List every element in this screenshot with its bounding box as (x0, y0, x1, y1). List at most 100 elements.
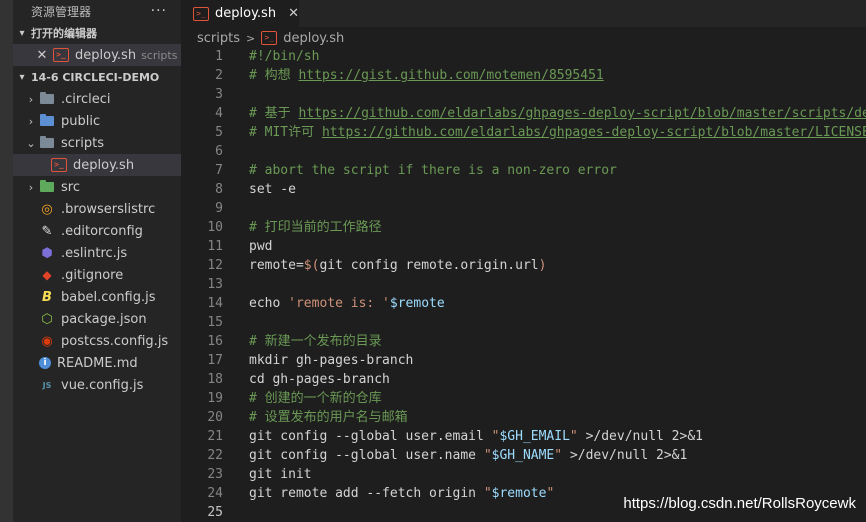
code-token: " (569, 429, 578, 444)
tree-item-label: vue.config.js (61, 377, 144, 393)
tree-item-label: .editorconfig (61, 223, 143, 239)
line-text: # 打印当前的工作路径 (223, 218, 382, 237)
chevron-right-icon: > (246, 31, 256, 45)
code-token: # 设置发布的用户名与邮箱 (249, 410, 408, 425)
tree-item[interactable]: ◎ .browserslistrc (13, 198, 181, 220)
code-token: git remote add --fetch origin (249, 486, 484, 501)
code-token: remote= (249, 258, 304, 273)
code-token[interactable]: https://github.com/eldarlabs/ghpages-dep… (322, 125, 866, 140)
code-token: # abort the script if there is a non-zer… (249, 163, 617, 178)
shell-icon: >_ (53, 48, 69, 62)
code-token: cd gh-pages-branch (249, 372, 390, 387)
code-token: " (546, 486, 555, 501)
open-editor-item[interactable]: ✕ >_ deploy.sh scripts (13, 44, 181, 66)
line-number: 12 (207, 258, 223, 273)
line-number: 15 (207, 315, 223, 330)
info-icon: i (39, 357, 51, 369)
line-number: 7 (215, 163, 223, 178)
line-number: 1 (215, 49, 223, 64)
code-line: 10 # 打印当前的工作路径 (181, 218, 866, 237)
tree-item[interactable]: › public (13, 110, 181, 132)
tree-item[interactable]: ⬢ .eslintrc.js (13, 242, 181, 264)
project-section[interactable]: ▾ 14-6 CIRCLECI-DEMO (13, 66, 181, 88)
tree-item-label: .circleci (61, 91, 111, 107)
line-text: # 基于 https://github.com/eldarlabs/ghpage… (223, 104, 866, 123)
code-line: 20 # 设置发布的用户名与邮箱 (181, 408, 866, 427)
line-text: # MIT许可 https://github.com/eldarlabs/ghp… (223, 123, 866, 142)
line-number: 2 (215, 68, 223, 83)
tree-item[interactable]: ⬡ package.json (13, 308, 181, 330)
js-file-icon: JS (42, 380, 52, 390)
file-tree: › .circleci › public ⌄ scripts >_ deploy.sh › src… (13, 88, 181, 396)
open-editor-filename: deploy.sh (75, 47, 137, 63)
shell-icon: >_ (261, 31, 278, 45)
tree-item[interactable]: JS vue.config.js (13, 374, 181, 396)
tree-item-label: deploy.sh (73, 157, 135, 173)
line-text: # 新建一个发布的目录 (223, 332, 382, 351)
code-token[interactable]: https://github.com/eldarlabs/ghpages-dep… (298, 106, 866, 121)
breadcrumb-folder[interactable]: scripts (197, 31, 240, 46)
line-number: 19 (207, 391, 223, 406)
line-text (223, 199, 249, 218)
line-text: # 设置发布的用户名与邮箱 (223, 408, 408, 427)
code-line: 7 # abort the script if there is a non-ze… (181, 161, 866, 180)
more-actions-icon[interactable]: ··· (151, 3, 167, 19)
tree-item-label: .gitignore (61, 267, 124, 283)
folder-circleci-icon (39, 91, 55, 107)
tree-item[interactable]: › src (13, 176, 181, 198)
explorer-sidebar: 资源管理器 ··· ▾ 打开的编辑器 ✕ >_ deploy.sh script… (13, 0, 181, 522)
code-token: # 打印当前的工作路径 (249, 220, 382, 235)
line-number: 13 (207, 277, 223, 292)
code-token: pwd (249, 239, 273, 254)
line-text: # 构想 https://gist.github.com/motemen/859… (223, 66, 604, 85)
code-token: " (554, 448, 563, 463)
tab-deploy-sh[interactable]: >_ deploy.sh ✕ (181, 0, 299, 27)
tree-item[interactable]: ◆ .gitignore (13, 264, 181, 286)
tree-item-label: .browserslistrc (61, 201, 156, 217)
eslint-icon: ⬢ (41, 245, 53, 261)
line-text: mkdir gh-pages-branch (223, 351, 413, 370)
tree-item[interactable]: >_ deploy.sh (13, 154, 181, 176)
tab-bar: >_ deploy.sh ✕ (181, 0, 866, 27)
tree-item[interactable]: ◉ postcss.config.js (13, 330, 181, 352)
chevron-right-icon: › (28, 180, 34, 194)
tree-item-label: babel.config.js (61, 289, 156, 305)
explorer-title: 资源管理器 (31, 4, 92, 19)
tree-item[interactable]: ✎ .editorconfig (13, 220, 181, 242)
breadcrumb-file[interactable]: deploy.sh (283, 31, 344, 46)
code-line: 15 (181, 313, 866, 332)
line-number: 14 (207, 296, 223, 311)
code-token: # 基于 (249, 106, 299, 121)
code-token: >/dev/null 2>&1 (577, 429, 703, 444)
close-icon[interactable]: ✕ (288, 6, 299, 21)
tree-item[interactable]: › .circleci (13, 88, 181, 110)
code-token: echo (249, 296, 289, 311)
tree-item[interactable]: i README.md (13, 352, 181, 374)
line-text (223, 313, 249, 332)
tree-item[interactable]: ⌄ scripts (13, 132, 181, 154)
close-icon[interactable]: ✕ (35, 48, 49, 63)
line-number: 23 (207, 467, 223, 482)
code-token: # 构想 (249, 68, 299, 83)
line-number: 4 (215, 106, 223, 121)
editorconfig-icon: ✎ (41, 223, 53, 239)
open-editors-section[interactable]: ▾ 打开的编辑器 (13, 22, 181, 44)
activity-bar (0, 0, 13, 522)
tree-item-label: README.md (57, 355, 138, 371)
browserslist-icon: ◎ (41, 201, 53, 217)
code-editor[interactable]: 1 #!/bin/sh 2 # 构想 https://gist.github.com/… (181, 47, 866, 522)
tree-item-label: src (61, 179, 80, 195)
line-number: 10 (207, 220, 223, 235)
line-text: git config --global user.name "$GH_NAME"… (223, 446, 687, 465)
tree-item[interactable]: Bbabel.config.js (13, 286, 181, 308)
code-token[interactable]: https://gist.github.com/motemen/8595451 (298, 68, 603, 83)
line-text (223, 503, 249, 522)
code-token: # 创建的一个新的仓库 (249, 391, 382, 406)
tab-label: deploy.sh (215, 6, 277, 21)
code-line: 16 # 新建一个发布的目录 (181, 332, 866, 351)
code-token: $( (303, 258, 320, 273)
line-number: 18 (207, 372, 223, 387)
code-line: 21 git config --global user.email "$GH_EM… (181, 427, 866, 446)
line-text: echo 'remote is: '$remote (223, 294, 445, 313)
code-line: 4 # 基于 https://github.com/eldarlabs/ghpag… (181, 104, 866, 123)
